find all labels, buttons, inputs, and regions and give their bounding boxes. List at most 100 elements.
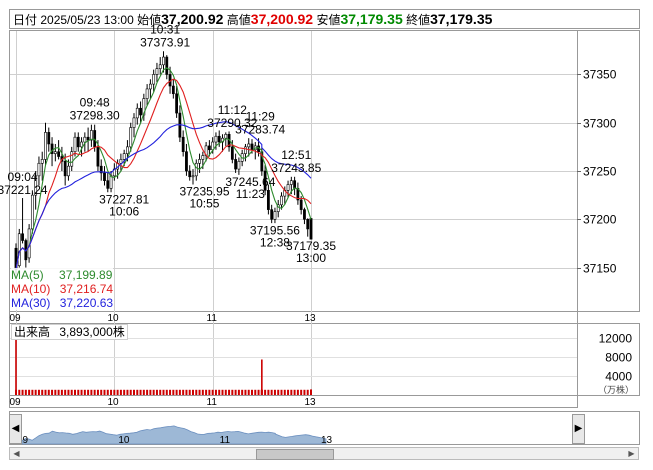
volume-bar <box>31 389 34 395</box>
candle-body <box>83 136 87 143</box>
volume-bar <box>182 389 185 395</box>
volume-bar <box>306 389 309 395</box>
volume-bar <box>93 389 96 395</box>
volume-bar <box>100 389 103 395</box>
volume-bar <box>74 389 76 395</box>
candle-body <box>207 145 211 151</box>
candle-body <box>119 159 123 164</box>
volume-unit: （万株） <box>598 384 634 395</box>
volume-bar <box>90 389 93 395</box>
legend-ma10: MA(10) 37,216.74 <box>11 282 113 296</box>
volume-bar <box>257 389 260 395</box>
volume-bar <box>28 389 31 395</box>
volume-bar <box>175 389 178 395</box>
annotation-time: 12:51 <box>281 148 311 162</box>
volume-bar <box>37 389 40 395</box>
candle-body <box>198 159 201 164</box>
candle-body <box>47 132 51 145</box>
nav-left-button[interactable]: ◀ <box>9 414 22 444</box>
time-tick-10: 10 <box>108 313 120 324</box>
volume-bar <box>169 389 172 395</box>
candle-body <box>44 132 47 160</box>
volume-bar <box>133 389 135 395</box>
volume-value: 3,893,000株 <box>59 325 125 339</box>
volume-bar <box>290 389 293 395</box>
volume-bar <box>54 389 57 395</box>
price-tick-37250: 37250 <box>583 165 617 179</box>
candle-body <box>135 107 139 119</box>
price-tick-37350: 37350 <box>583 68 617 82</box>
volume-bar-spike <box>310 389 312 395</box>
candle-body <box>214 135 218 143</box>
legend-ma30-value: 37,220.63 <box>59 296 114 310</box>
candle-body <box>191 175 195 178</box>
candle-body <box>96 146 100 167</box>
candle-body <box>129 127 133 148</box>
candle-body <box>145 88 149 99</box>
volume-bar <box>41 389 44 395</box>
ma-legend: MA(5) 37,199.89 MA(10) 37,216.74 MA(30) … <box>11 268 114 310</box>
candle-body <box>306 218 310 230</box>
volume-bar <box>47 389 50 395</box>
annotation-value: 37235.95 <box>179 185 229 199</box>
annotation-time: 13:00 <box>296 251 326 265</box>
volume-time-tick-11: 11 <box>207 397 218 408</box>
candle-body <box>286 184 290 191</box>
volume-time-tick-09: 09 <box>10 397 22 408</box>
annotation-time: 11:23 <box>236 187 265 201</box>
volume-bar <box>185 389 188 395</box>
candle-body <box>67 165 70 177</box>
volume-bar <box>139 389 142 395</box>
annotation-value: 37221.24 <box>0 183 48 197</box>
candle-body <box>152 74 156 85</box>
legend-ma5-value: 37,199.89 <box>59 268 113 282</box>
scroll-right-icon[interactable]: ▶ <box>625 448 638 459</box>
volume-time-tick-13: 13 <box>305 397 317 408</box>
volume-bar <box>267 389 270 395</box>
chart-canvas[interactable]: 09 10 11 13 09:0437221.24 09:4837298.30 10:06… <box>0 0 653 470</box>
time-tick-13: 13 <box>305 313 317 324</box>
candle-body <box>201 155 205 160</box>
candle-body <box>237 161 241 170</box>
chart-window: 日付 2025/05/23 13:00 始値37,200.92 高値37,200… <box>0 0 653 470</box>
time-tick-11: 11 <box>207 313 218 324</box>
nav-right-button[interactable]: ▶ <box>572 414 585 444</box>
volume-time-strip <box>9 395 578 408</box>
volume-bar <box>126 389 129 395</box>
candle-body <box>162 56 165 66</box>
volume-bar <box>136 389 139 395</box>
volume-bar <box>178 389 181 395</box>
time-tick-09: 09 <box>10 313 22 324</box>
annotation-time: 10:06 <box>109 204 139 218</box>
volume-bar <box>87 389 90 395</box>
candle-body <box>76 136 80 148</box>
volume-bar <box>113 389 116 395</box>
triangle-left-icon: ◀ <box>11 423 20 434</box>
volume-bar <box>192 389 194 395</box>
triangle-right-icon: ▶ <box>574 423 583 434</box>
time-axis-strip <box>9 311 578 324</box>
candle-body <box>86 136 90 141</box>
scroll-left-icon[interactable]: ◀ <box>10 448 23 459</box>
scroll-thumb[interactable] <box>256 449 334 460</box>
horizontal-scrollbar[interactable]: ◀ ▶ <box>9 447 639 460</box>
candle-body <box>299 199 303 210</box>
candle-body <box>73 136 77 152</box>
volume-bar <box>205 389 208 395</box>
candle-body <box>109 175 113 189</box>
candle-body <box>250 143 254 151</box>
price-tick-37200: 37200 <box>583 213 617 227</box>
candle <box>17 228 21 268</box>
candle-body <box>175 93 179 114</box>
volume-bar <box>293 389 296 395</box>
annotation-time: 09:48 <box>80 95 110 109</box>
navigator-tick-10: 10 <box>118 435 130 446</box>
volume-bar <box>103 389 106 395</box>
candle-body <box>289 180 293 185</box>
price-tick-37300: 37300 <box>583 117 617 131</box>
candle-body <box>106 180 110 189</box>
volume-bar <box>254 389 257 395</box>
volume-bar <box>123 389 126 395</box>
candle-body <box>217 135 221 143</box>
volume-bar <box>228 389 231 395</box>
